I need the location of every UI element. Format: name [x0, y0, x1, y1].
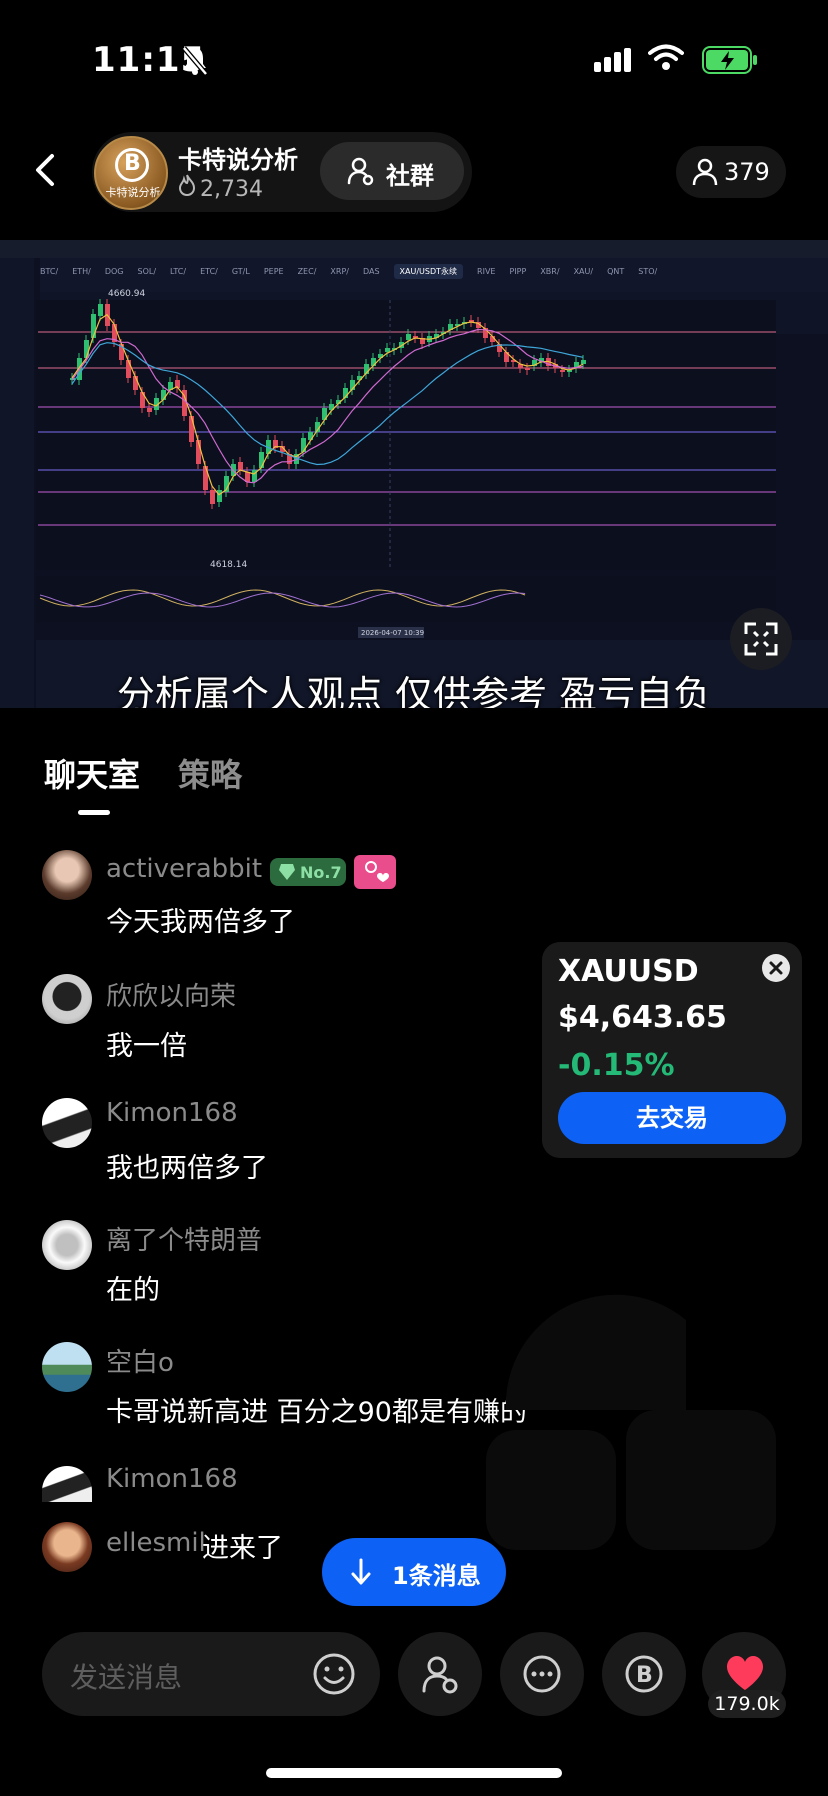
host-name: 卡特说分析	[178, 146, 298, 174]
more-icon	[523, 1655, 561, 1693]
candle-body	[189, 416, 194, 442]
chart-time-label: 2026-04-07 10:39	[361, 629, 424, 637]
new-message-button[interactable]: 1条消息	[322, 1538, 506, 1606]
viewer-count[interactable]: 379	[676, 146, 786, 198]
like-count: 179.0k	[708, 1690, 786, 1718]
user-avatar[interactable]	[42, 1220, 92, 1270]
chat-username[interactable]: Kimon168	[106, 1464, 238, 1494]
user-avatar[interactable]	[42, 1466, 92, 1502]
chat-username[interactable]: activerabbit	[106, 854, 262, 884]
trade-button[interactable]: 去交易	[558, 1092, 786, 1144]
chart-low-label: 4618.14	[210, 560, 247, 570]
community-shortcut-button[interactable]	[398, 1632, 482, 1716]
candle-body	[126, 360, 131, 378]
candle-body	[210, 490, 215, 504]
tab-strategy[interactable]: 策略	[178, 750, 242, 796]
candle-body	[406, 334, 411, 340]
coin-button[interactable]: B	[602, 1632, 686, 1716]
back-icon[interactable]	[28, 152, 64, 188]
host-avatar-caption: 卡特说分析	[105, 186, 161, 199]
tab-active-indicator	[78, 810, 110, 815]
more-button[interactable]	[500, 1632, 584, 1716]
community-label: 社群	[386, 162, 434, 190]
arrow-down-icon	[351, 1558, 371, 1585]
candle-body	[98, 304, 103, 316]
fan-heart-icon	[365, 861, 389, 882]
message-input[interactable]: 发送消息	[42, 1632, 380, 1716]
user-avatar[interactable]	[42, 974, 92, 1024]
ticker-card[interactable]: XAUUSD $4,643.65 -0.15% 去交易	[542, 942, 802, 1158]
ticker-price: $4,643.65	[558, 1000, 727, 1035]
host-likes-count: 2,734	[200, 177, 263, 202]
rank-badge: No.7	[270, 858, 346, 886]
candle-body	[581, 360, 586, 364]
price-chart: 4660.94 4618.14 2026-04-07 10:39	[36, 289, 828, 708]
chat-text: 我也两倍多了	[106, 1153, 268, 1184]
community-button[interactable]: 社群	[320, 142, 464, 200]
emoji-icon[interactable]	[312, 1652, 356, 1696]
candle-body	[525, 368, 530, 370]
host-avatar[interactable]: 卡特说分析	[94, 136, 168, 210]
candle-body	[203, 466, 208, 490]
coin-b-icon: B	[625, 1655, 663, 1693]
tab-chatroom[interactable]: 聊天室	[44, 750, 140, 796]
new-message-label: 1条消息	[392, 1562, 481, 1590]
chat-username[interactable]: 离了个特朗普	[106, 1220, 262, 1257]
candle-body	[385, 348, 390, 352]
candle-body	[259, 452, 264, 468]
chart-high-label: 4660.94	[108, 289, 145, 299]
chat-text: 进来了	[202, 1533, 283, 1564]
candle-body	[560, 370, 565, 372]
person-icon	[692, 158, 718, 186]
bell-muted-icon	[182, 46, 208, 76]
user-avatar[interactable]	[42, 1342, 92, 1392]
user-avatar[interactable]	[42, 850, 92, 900]
heart-icon	[727, 1656, 763, 1690]
chat-username[interactable]: 欣欣以向荣	[106, 976, 236, 1013]
candle-body	[140, 392, 145, 408]
ticker-symbol: XAUUSD	[558, 954, 699, 989]
community-icon	[422, 1656, 458, 1694]
candle-body	[301, 438, 306, 452]
wifi-icon	[648, 44, 684, 70]
chat-username[interactable]: 空白o	[106, 1342, 174, 1379]
svg-text:B: B	[636, 1663, 653, 1688]
close-icon	[769, 961, 783, 975]
stream-subtitle: 分析属个人观点 仅供参考 盈亏自负	[116, 673, 712, 708]
chat-username[interactable]: Kimon168	[106, 1098, 238, 1128]
candle-body	[147, 408, 152, 412]
rank-badge-label: No.7	[300, 863, 342, 882]
community-icon	[347, 157, 374, 186]
cellular-signal-icon	[594, 48, 631, 72]
fullscreen-icon	[744, 622, 778, 656]
flame-icon	[178, 174, 196, 196]
chat-text: 在的	[106, 1275, 160, 1306]
message-input-placeholder: 发送消息	[70, 1661, 183, 1694]
live-stream-video[interactable]: BTC/ETH/DOG SOL/LTC/ETC/GT/L PEPE ZEC/XRP/D…	[0, 240, 828, 708]
host-logo-icon	[115, 148, 149, 182]
battery-charging-icon	[702, 46, 757, 74]
user-avatar[interactable]	[42, 1098, 92, 1148]
ticker-close-button[interactable]	[762, 954, 790, 982]
chat-text: 我一倍	[106, 1031, 187, 1062]
fan-badge	[354, 855, 396, 889]
user-avatar[interactable]	[42, 1522, 92, 1572]
status-bar: 11:15	[0, 0, 828, 120]
chat-username[interactable]: ellesmil	[106, 1528, 206, 1558]
diamond-icon	[279, 864, 295, 880]
fullscreen-button[interactable]	[730, 608, 792, 670]
background-watermark-icon	[486, 1294, 776, 1550]
host-likes: 2,734	[178, 174, 263, 202]
chat-text: 今天我两倍多了	[106, 907, 295, 938]
viewer-count-label: 379	[724, 158, 770, 186]
candle-body	[217, 490, 222, 502]
home-indicator	[266, 1768, 562, 1778]
ticker-change: -0.15%	[558, 1048, 675, 1083]
candle-body	[238, 462, 243, 470]
